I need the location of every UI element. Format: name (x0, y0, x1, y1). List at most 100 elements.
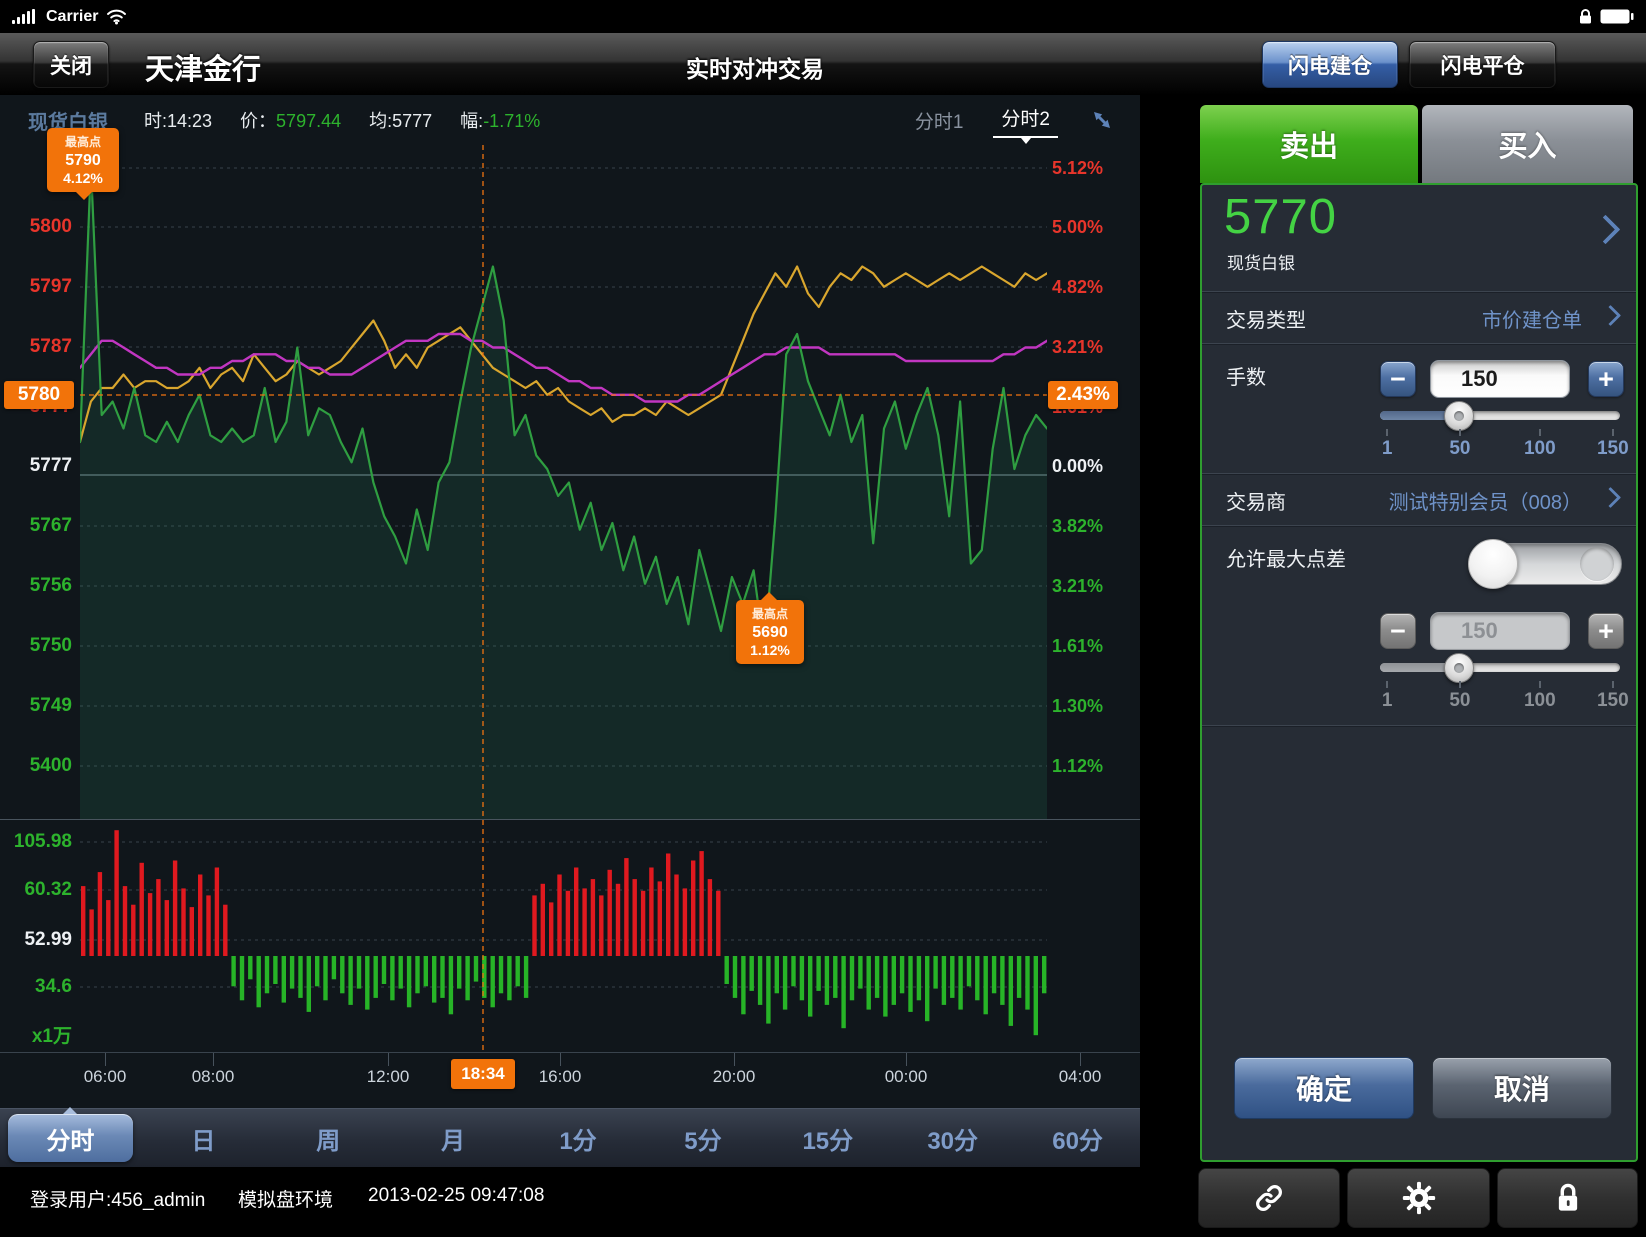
broker-label: 交易商 (1226, 486, 1286, 515)
x-axis-label: 06:00 (84, 1067, 127, 1087)
cancel-button[interactable]: 取消 (1432, 1057, 1612, 1119)
slider-tick-label: 50 (1449, 438, 1470, 460)
slider-handle[interactable] (1444, 653, 1474, 683)
chart-area: 现货白银 时:14:23 价：5797.44 均:5777 幅:-1.71% 分… (0, 95, 1140, 1167)
lots-slider[interactable] (1380, 411, 1620, 420)
chart-average: 均:5777 (369, 107, 432, 133)
flash-close-position-button[interactable]: 闪电平仓 (1409, 41, 1556, 88)
pane-separator (0, 1052, 1140, 1053)
lots-plus-button[interactable]: + (1588, 361, 1624, 397)
divider (1202, 525, 1636, 526)
divider (1202, 291, 1636, 292)
orientation-lock-icon (1579, 8, 1592, 25)
tab-minute-chart-2[interactable]: 分时2 (993, 102, 1058, 138)
logged-in-user: 登录用户:456_admin (30, 1185, 205, 1212)
x-axis-tick (906, 1053, 907, 1066)
trade-type-label: 交易类型 (1226, 304, 1306, 333)
price-chart-svg (80, 145, 1047, 820)
max-spread-input[interactable]: 150 (1430, 612, 1570, 650)
period-tab-4[interactable]: 月 (391, 1109, 516, 1167)
chart-header: 现货白银 时:14:23 价：5797.44 均:5777 幅:-1.71% 分… (0, 95, 1140, 145)
y-axis-label: 5787 (0, 336, 72, 358)
x-axis-label: 08:00 (192, 1067, 235, 1087)
x-axis-label: 12:00 (367, 1067, 410, 1087)
y-axis-label: 105.98 (0, 831, 72, 853)
y-axis-percent-label: 3.82% (1052, 515, 1138, 537)
lots-input[interactable]: 150 (1430, 360, 1570, 398)
y-axis-label: 34.6 (0, 976, 72, 998)
link-button[interactable] (1198, 1168, 1340, 1228)
chevron-right-icon[interactable] (1600, 305, 1621, 326)
tab-minute-chart-1[interactable]: 分时1 (915, 107, 964, 134)
broker-value[interactable]: 测试特别会员（008） (1389, 486, 1582, 515)
x-axis-label: 00:00 (885, 1067, 928, 1087)
annotation-callout: 最高点56901.12% (736, 600, 804, 664)
y-axis-percent-label: 1.12% (1052, 755, 1138, 777)
period-tab-1[interactable]: 分时 (8, 1114, 133, 1162)
y-axis-percent-label: 4.82% (1052, 276, 1138, 298)
tab-buy[interactable]: 买入 (1422, 105, 1633, 183)
chart-time: 时:14:23 (144, 107, 212, 133)
datetime-label: 2013-02-25 09:47:08 (368, 1185, 544, 1207)
slider-tick-mark (1386, 681, 1388, 688)
chart-header-tabs: 分时1 分时2 (915, 102, 1116, 138)
x-axis-tick (388, 1053, 389, 1066)
period-tab-3[interactable]: 周 (266, 1109, 391, 1167)
period-tab-6[interactable]: 5分 (640, 1109, 765, 1167)
slider-handle[interactable] (1444, 401, 1474, 431)
collapse-chart-icon[interactable] (1088, 106, 1116, 134)
order-price: 5770 (1224, 189, 1337, 245)
toggle-knob[interactable] (1468, 539, 1518, 589)
x-axis-tick (105, 1053, 106, 1066)
slider-tick-label: 100 (1524, 690, 1556, 712)
chevron-right-icon[interactable] (1591, 215, 1621, 245)
crosshair-time-chip: 18:34 (451, 1059, 515, 1089)
app-screen: Carrier 关闭 天津金行 实时对冲交易 闪电建仓 闪电平仓 现货白银 时:… (0, 0, 1646, 1237)
slider-tick-mark (1459, 681, 1461, 688)
y-axis-label: 5750 (0, 635, 72, 657)
slider-tick-mark (1539, 681, 1541, 688)
nav-bar: 关闭 天津金行 实时对冲交易 闪电建仓 闪电平仓 (0, 33, 1646, 96)
status-bar-right (1579, 8, 1634, 25)
trade-type-value[interactable]: 市价建仓单 (1482, 304, 1582, 333)
tab-sell[interactable]: 卖出 (1200, 105, 1418, 183)
status-bar: Carrier (0, 0, 1646, 33)
max-spread-toggle[interactable] (1470, 543, 1622, 585)
period-tab-8[interactable]: 30分 (890, 1109, 1015, 1167)
order-symbol: 现货白银 (1227, 249, 1295, 274)
callout-text: 4.12% (49, 170, 117, 186)
lock-button[interactable] (1497, 1168, 1638, 1228)
slider-tick-label: 100 (1524, 438, 1556, 460)
max-spread-minus-button[interactable]: − (1380, 613, 1416, 649)
y-axis-label: 5749 (0, 695, 72, 717)
settings-button[interactable] (1347, 1168, 1490, 1228)
x-axis-label: 16:00 (539, 1067, 582, 1087)
y-axis-label: 60.32 (0, 879, 72, 901)
close-button[interactable]: 关闭 (33, 41, 109, 88)
confirm-button[interactable]: 确定 (1234, 1057, 1414, 1119)
chevron-right-icon[interactable] (1600, 487, 1621, 508)
period-tab-7[interactable]: 15分 (765, 1109, 890, 1167)
y-axis-label: 5756 (0, 575, 72, 597)
period-tab-5[interactable]: 1分 (516, 1109, 641, 1167)
app-title: 天津金行 (145, 46, 261, 88)
y-axis-percent-label: 3.21% (1052, 336, 1138, 358)
wifi-icon (106, 9, 127, 25)
max-spread-slider[interactable] (1380, 663, 1620, 672)
y-axis-percent-label: 1.61% (1052, 635, 1138, 657)
volume-chart-svg (80, 820, 1047, 1053)
x-axis-tick (560, 1053, 561, 1066)
max-spread-plus-button[interactable]: + (1588, 613, 1624, 649)
page-title: 实时对冲交易 (686, 50, 824, 84)
callout-pointer (760, 592, 778, 601)
period-tab-9[interactable]: 60分 (1015, 1109, 1140, 1167)
period-tab-2[interactable]: 日 (141, 1109, 266, 1167)
callout-pointer (75, 191, 93, 200)
link-icon (1253, 1182, 1285, 1214)
lots-minus-button[interactable]: − (1380, 361, 1416, 397)
callout-text: 5790 (49, 152, 117, 170)
environment-label: 模拟盘环境 (238, 1185, 333, 1212)
flash-open-position-button[interactable]: 闪电建仓 (1262, 41, 1398, 88)
carrier-label: Carrier (46, 8, 98, 26)
lock-icon (1554, 1182, 1582, 1214)
